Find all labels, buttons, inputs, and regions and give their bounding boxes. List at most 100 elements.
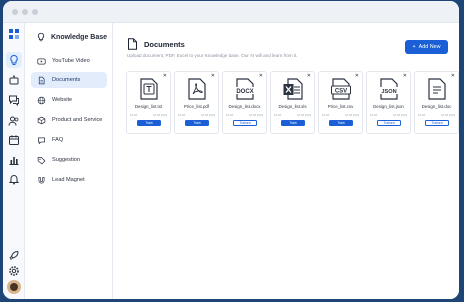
calendar-icon[interactable] bbox=[7, 133, 21, 147]
sidebar-item-label: FAQ bbox=[52, 137, 64, 143]
add-new-button[interactable]: + Add New bbox=[405, 40, 448, 54]
file-time: 10:48 bbox=[322, 113, 329, 117]
csv-file-icon: CSV bbox=[331, 78, 351, 100]
close-icon[interactable]: ✕ bbox=[355, 74, 359, 79]
window-dot-3[interactable] bbox=[32, 8, 38, 15]
document-icon bbox=[128, 38, 137, 50]
avatar[interactable] bbox=[7, 280, 21, 294]
document-card[interactable]: ✕ DOCX Design_list.docx 10:48 10:48 2024 … bbox=[222, 71, 267, 134]
sidebar-item-label: Suggestion bbox=[52, 157, 80, 163]
sidebar-item-documents[interactable]: Documents bbox=[31, 72, 107, 88]
file-meta: 10:48 10:48 2024 bbox=[418, 113, 455, 117]
file-date: 10:48 2024 bbox=[393, 113, 407, 117]
close-icon[interactable]: ✕ bbox=[163, 74, 167, 79]
trained-badge: Trained bbox=[425, 120, 449, 126]
sidebar-item-faq[interactable]: FAQ bbox=[31, 132, 107, 148]
document-card[interactable]: ✕ CSV Price_list.csv 10:48 10:48 2024 Tra… bbox=[318, 71, 363, 134]
file-meta: 10:48 10:48 2024 bbox=[274, 113, 311, 117]
document-card[interactable]: ✕ JSON Design_list.json 10:48 10:48 2024 … bbox=[366, 71, 411, 134]
file-date: 10:48 2024 bbox=[153, 113, 167, 117]
file-date: 10:48 2024 bbox=[441, 113, 455, 117]
box-icon bbox=[37, 116, 46, 124]
close-icon[interactable]: ✕ bbox=[211, 74, 215, 79]
train-button[interactable]: Train bbox=[329, 120, 353, 126]
file-date: 10:48 2024 bbox=[249, 113, 263, 117]
trained-badge: Trained bbox=[377, 120, 401, 126]
sidebar-header: Knowledge Base bbox=[36, 32, 107, 42]
app-window: Knowledge Base YouTube Video Documents W… bbox=[3, 1, 459, 299]
pdf-file-icon bbox=[188, 78, 206, 100]
plus-icon: + bbox=[412, 44, 416, 50]
page-title: Documents bbox=[144, 39, 185, 49]
icon-rail bbox=[3, 23, 25, 299]
file-time: 10:48 bbox=[274, 113, 281, 117]
bell-icon[interactable] bbox=[7, 172, 21, 186]
file-time: 10:48 bbox=[370, 113, 377, 117]
sidebar-item-suggestion[interactable]: Suggestion bbox=[31, 152, 107, 168]
robot-icon[interactable] bbox=[7, 73, 21, 87]
file-type-label: JSON bbox=[381, 89, 396, 95]
globe-icon bbox=[37, 96, 46, 104]
sidebar: Knowledge Base YouTube Video Documents W… bbox=[25, 23, 113, 299]
sidebar-item-label: Product and Service bbox=[52, 117, 103, 123]
tag-icon bbox=[37, 156, 46, 164]
gear-icon[interactable] bbox=[7, 264, 21, 278]
sidebar-item-label: Documents bbox=[52, 77, 81, 83]
document-list: ✕ Design_list.txt 10:48 10:48 2024 Train … bbox=[126, 71, 459, 134]
train-button[interactable]: Train bbox=[185, 120, 209, 126]
magnet-icon bbox=[38, 176, 45, 183]
file-name: Price_list.csv bbox=[327, 104, 354, 109]
file-meta: 10:48 10:48 2024 bbox=[226, 113, 263, 117]
sidebar-item-youtube-video[interactable]: YouTube Video bbox=[31, 53, 107, 69]
excel-file-icon bbox=[283, 78, 303, 100]
file-date: 10:48 2024 bbox=[345, 113, 359, 117]
file-date: 10:48 2024 bbox=[297, 113, 311, 117]
document-icon bbox=[38, 76, 45, 84]
doc-file-icon bbox=[428, 78, 446, 100]
file-name: Price_list.pdf bbox=[183, 104, 210, 109]
file-meta: 10:48 10:48 2024 bbox=[178, 113, 215, 117]
file-name: Design_list.doc bbox=[421, 104, 452, 109]
close-icon[interactable]: ✕ bbox=[259, 74, 263, 79]
sidebar-title: Knowledge Base bbox=[51, 33, 108, 41]
bulb-icon[interactable] bbox=[6, 52, 22, 68]
chat-icon[interactable] bbox=[7, 93, 21, 107]
docx-file-icon: DOCX bbox=[235, 78, 255, 100]
document-card[interactable]: ✕ Price_list.pdf 10:48 10:48 2024 Train bbox=[174, 71, 219, 134]
close-icon[interactable]: ✕ bbox=[451, 74, 455, 79]
sidebar-item-lead-magnet[interactable]: Lead Magnet bbox=[31, 172, 107, 188]
window-dot-1[interactable] bbox=[12, 8, 18, 15]
file-meta: 10:48 10:48 2024 bbox=[370, 113, 407, 117]
chart-icon[interactable] bbox=[7, 153, 21, 167]
file-type-label: CSV bbox=[335, 88, 347, 94]
users-icon[interactable] bbox=[7, 114, 21, 128]
file-name: Design_list.docx bbox=[228, 104, 261, 109]
trained-badge: Trained bbox=[233, 120, 257, 126]
document-card[interactable]: ✕ Design_list.xls 10:48 10:48 2024 Train bbox=[270, 71, 315, 134]
window-dot-2[interactable] bbox=[22, 8, 28, 15]
file-time: 10:48 bbox=[130, 113, 137, 117]
document-card[interactable]: ✕ Design_list.txt 10:48 10:48 2024 Train bbox=[126, 71, 171, 134]
main-content: Documents Upload document, PDF, Excel to… bbox=[114, 23, 459, 299]
sidebar-item-website[interactable]: Website bbox=[31, 92, 107, 108]
app-frame: Knowledge Base YouTube Video Documents W… bbox=[0, 0, 464, 302]
close-icon[interactable]: ✕ bbox=[403, 74, 407, 79]
file-name: Design_list.json bbox=[373, 104, 404, 109]
logo-grid-icon[interactable] bbox=[7, 27, 21, 41]
add-new-label: Add New bbox=[418, 44, 441, 50]
bulb-icon bbox=[37, 32, 45, 42]
page-subtitle: Upload document, PDF, Excel to your Know… bbox=[127, 53, 298, 58]
chat-bubble-icon bbox=[38, 137, 45, 144]
sidebar-item-product-and-service[interactable]: Product and Service bbox=[31, 112, 107, 128]
rocket-icon[interactable] bbox=[7, 248, 21, 262]
train-button[interactable]: Train bbox=[281, 120, 305, 126]
file-name: Design_list.xls bbox=[278, 104, 307, 109]
file-name: Design_list.txt bbox=[134, 104, 163, 109]
file-time: 10:48 bbox=[178, 113, 185, 117]
file-time: 10:48 bbox=[418, 113, 425, 117]
document-card[interactable]: ✕ Design_list.doc 10:48 10:48 2024 Traine… bbox=[414, 71, 459, 134]
train-button[interactable]: Train bbox=[137, 120, 161, 126]
close-icon[interactable]: ✕ bbox=[307, 74, 311, 79]
page-header: Documents bbox=[127, 38, 185, 50]
file-type-label: DOCX bbox=[236, 89, 253, 95]
